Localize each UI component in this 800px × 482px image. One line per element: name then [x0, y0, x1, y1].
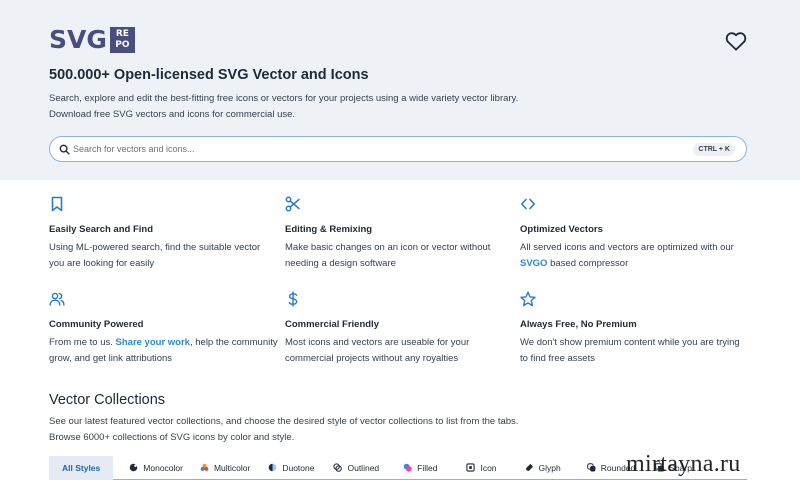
- tab-duotone[interactable]: Duotone: [268, 456, 314, 480]
- feature-search-find: Easily Search and Find Using ML-powered …: [49, 196, 279, 269]
- tab-label: Filled: [417, 462, 438, 473]
- star-icon: [520, 291, 536, 307]
- feature-community-powered: Community Powered From me to us. Share y…: [49, 291, 279, 364]
- feature-title: Editing & Remixing: [285, 224, 373, 235]
- feature-desc-line-2: you are looking for easily: [49, 258, 155, 269]
- bookmark-icon: [51, 196, 63, 212]
- search-bar[interactable]: CTRL + K: [49, 136, 747, 162]
- shortcut-badge: CTRL + K: [693, 143, 735, 156]
- tab-outlined[interactable]: Outlined: [333, 456, 379, 480]
- svgrepo-logo[interactable]: SVG RE PO: [49, 27, 135, 53]
- monocolor-icon: [130, 463, 138, 472]
- users-icon: [49, 292, 65, 306]
- feature-desc-line-1: We don't show premium content while you …: [520, 337, 740, 348]
- feature-desc-line-1: Most icons and vectors are useable for y…: [285, 337, 470, 348]
- tab-icon[interactable]: Icon: [466, 456, 497, 480]
- hero-title: 500.000+ Open-licensed SVG Vector and Ic…: [49, 67, 369, 83]
- tab-label: Monocolor: [143, 462, 183, 473]
- logo-text: SVG: [49, 25, 107, 54]
- outlined-icon: [333, 463, 343, 472]
- collections-title: Vector Collections: [49, 392, 166, 408]
- feature-title: Always Free, No Premium: [520, 319, 637, 330]
- logo-badge-bottom: PO: [115, 40, 130, 50]
- feature-description: From me to us. Share your work, help the…: [49, 335, 284, 367]
- tab-label: Glyph: [538, 462, 561, 473]
- tab-monocolor[interactable]: Monocolor: [129, 456, 183, 480]
- feature-description: Most icons and vectors are useable for y…: [285, 335, 520, 367]
- search-input[interactable]: [73, 140, 673, 158]
- heart-icon: [725, 32, 747, 51]
- feature-editing-remixing: Editing & Remixing Make basic changes on…: [285, 196, 515, 269]
- feature-description: Make basic changes on an icon or vector …: [285, 240, 520, 272]
- feature-description: We don't show premium content while you …: [520, 335, 755, 367]
- dollar-icon: [288, 291, 298, 307]
- feature-desc-line-1-start: From me to us.: [49, 337, 116, 348]
- feature-desc-line-2: commercial projects without any royaltie…: [285, 353, 459, 364]
- feature-title: Community Powered: [49, 319, 144, 330]
- feature-description: Using ML-powered search, find the suitab…: [49, 240, 284, 272]
- feature-desc-line-2: needing a design software: [285, 258, 396, 269]
- tab-label: Outlined: [347, 462, 380, 473]
- collections-desc-line-2: Browse 6000+ collections of SVG icons by…: [49, 432, 295, 443]
- glyph-icon: [525, 463, 533, 472]
- share-your-work-link[interactable]: Share your work: [116, 337, 190, 348]
- feature-desc-line-2: based compressor: [547, 258, 629, 269]
- feature-title: Easily Search and Find: [49, 224, 154, 235]
- feature-desc-line-1: Using ML-powered search, find the suitab…: [49, 242, 261, 253]
- logo-badge: RE PO: [109, 27, 135, 53]
- favorites-button[interactable]: [725, 31, 747, 51]
- tab-label: Duotone: [282, 462, 315, 473]
- tab-all-styles[interactable]: All Styles: [49, 455, 114, 480]
- tab-multicolor[interactable]: Multicolor: [200, 456, 250, 480]
- feature-commercial-friendly: Commercial Friendly Most icons and vecto…: [285, 291, 515, 364]
- feature-title: Commercial Friendly: [285, 319, 379, 330]
- filled-icon: [403, 463, 412, 472]
- tab-glyph[interactable]: Glyph: [525, 456, 561, 480]
- tab-label: Icon: [480, 462, 497, 473]
- feature-description: All served icons and vectors are optimiz…: [520, 240, 755, 272]
- feature-desc-line-2: to find free assets: [520, 353, 595, 364]
- feature-desc-line-1: Make basic changes on an icon or vector …: [285, 242, 491, 253]
- logo-badge-top: RE: [115, 29, 129, 39]
- feature-title: Optimized Vectors: [520, 224, 603, 235]
- rounded-icon: [586, 463, 596, 472]
- feature-desc-line-2: grow, and get link attributions: [49, 353, 173, 364]
- search-icon: [59, 144, 70, 155]
- icon-style-icon: [466, 463, 476, 472]
- collections-desc-line-1: See our latest featured vector collectio…: [49, 416, 519, 427]
- tab-label: Multicolor: [213, 462, 251, 473]
- collections-description: See our latest featured vector collectio…: [49, 414, 518, 446]
- code-icon: [520, 198, 535, 210]
- duotone-icon: [269, 463, 277, 472]
- hero-desc-line-2: Download free SVG vectors and icons for …: [49, 109, 296, 120]
- tab-filled[interactable]: Filled: [403, 456, 437, 480]
- svgo-link[interactable]: SVGO: [520, 258, 547, 269]
- feature-always-free: Always Free, No Premium We don't show pr…: [520, 291, 750, 364]
- feature-optimized-vectors: Optimized Vectors All served icons and v…: [520, 196, 750, 269]
- scissors-icon: [285, 196, 300, 212]
- feature-desc-line-1-end: , help the community: [189, 337, 278, 348]
- multicolor-icon: [200, 463, 209, 471]
- hero-desc-line-1: Search, explore and edit the best-fittin…: [49, 93, 519, 104]
- watermark-text: mirtayna.ru: [626, 451, 741, 477]
- feature-desc-line-1: All served icons and vectors are optimiz…: [520, 242, 734, 253]
- hero-description: Search, explore and edit the best-fittin…: [49, 91, 518, 123]
- tab-label: All Styles: [62, 462, 101, 473]
